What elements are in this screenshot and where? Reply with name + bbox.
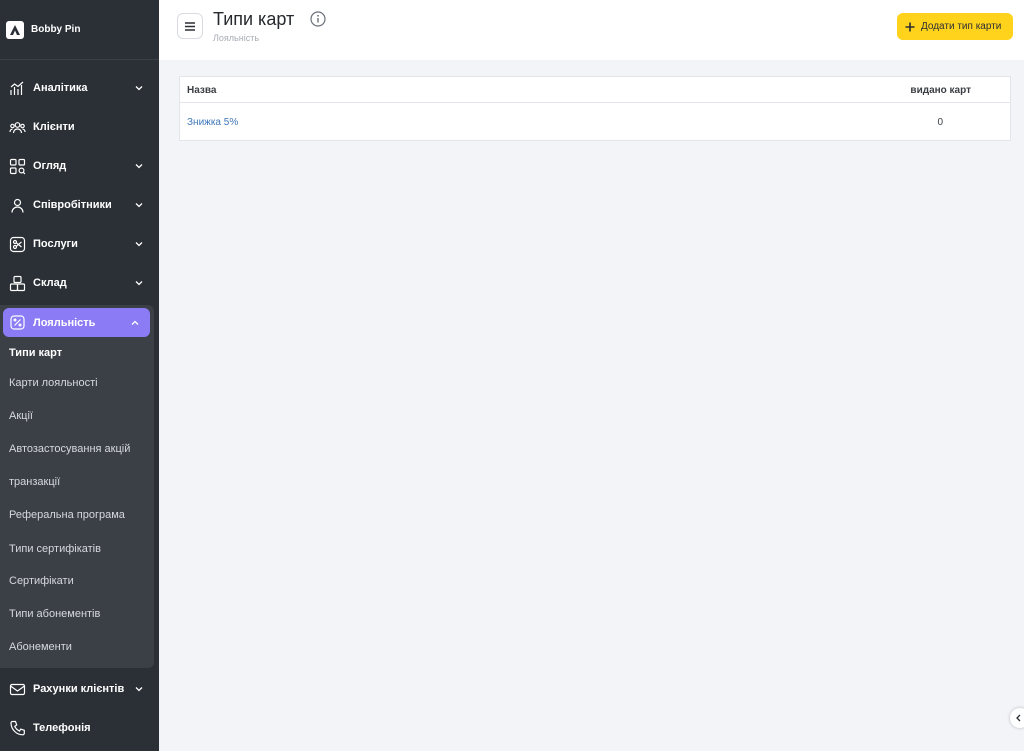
sidebar-item-analytics[interactable]: Аналітика — [0, 70, 159, 106]
phone-icon — [9, 720, 26, 737]
chevron-down-icon — [135, 281, 143, 286]
sidebar-item-services[interactable]: Послуги — [0, 226, 159, 262]
issued-count: 0 — [937, 117, 943, 128]
chevron-down-icon — [135, 687, 143, 692]
breadcrumb[interactable]: Лояльність — [213, 33, 259, 43]
subitem-card-types[interactable]: Типи карт — [9, 347, 62, 359]
subitem-referral-program[interactable]: Реферальна програма — [9, 509, 125, 521]
hamburger-icon — [185, 21, 195, 31]
scissors-icon — [9, 236, 26, 253]
collapse-panel-button[interactable] — [1010, 708, 1024, 728]
subitem-promotions[interactable]: Акції — [9, 410, 33, 422]
sidebar-item-label: Лояльність — [33, 316, 96, 329]
sidebar-item-label: Аналітика — [33, 82, 88, 94]
envelope-icon — [9, 681, 26, 698]
sidebar-item-warehouse[interactable]: Склад — [0, 265, 159, 301]
page-header: Типи карт Лояльність Додати тип карти — [159, 0, 1024, 60]
sidebar-item-label: Послуги — [33, 238, 78, 250]
brand-name: Bobby Pin — [31, 24, 81, 35]
subitem-subscription-types[interactable]: Типи абонементів — [9, 608, 100, 620]
chevron-down-icon — [135, 203, 143, 208]
plus-icon — [905, 22, 915, 31]
menu-toggle-button[interactable] — [177, 13, 203, 39]
add-card-type-button[interactable]: Додати тип карти — [897, 13, 1013, 40]
chevron-left-icon — [1016, 714, 1021, 722]
column-header-name[interactable]: Назва — [187, 85, 216, 96]
overview-icon — [9, 158, 26, 175]
table-row: Знижка 5% 0 — [180, 103, 1010, 140]
page-title: Типи карт — [213, 9, 295, 29]
analytics-icon — [9, 80, 26, 97]
brand[interactable]: Bobby Pin — [0, 0, 159, 60]
add-button-label: Додати тип карти — [921, 21, 1002, 32]
subitem-transactions[interactable]: транзакції — [9, 476, 60, 488]
boxes-icon — [9, 275, 26, 292]
subitem-loyalty-cards[interactable]: Карти лояльності — [9, 377, 98, 389]
subitem-auto-apply-promotions[interactable]: Автозастосування акцій — [9, 443, 130, 455]
table-header-row: Назва видано карт — [180, 77, 1010, 103]
sidebar-item-client-accounts[interactable]: Рахунки клієнтів — [0, 671, 159, 707]
info-icon[interactable] — [310, 11, 326, 27]
sidebar-item-label: Клієнти — [33, 121, 75, 133]
sidebar: Bobby Pin Аналітика Клієнти Огляд Співро… — [0, 0, 159, 751]
sidebar-item-label: Склад — [33, 277, 67, 289]
card-type-link[interactable]: Знижка 5% — [187, 117, 238, 128]
sidebar-item-employees[interactable]: Співробітники — [0, 187, 159, 223]
sidebar-item-telephony[interactable]: Телефонія — [0, 710, 159, 746]
chevron-down-icon — [135, 86, 143, 91]
sidebar-item-clients[interactable]: Клієнти — [0, 109, 159, 145]
column-header-issued[interactable]: видано карт — [910, 85, 971, 96]
card-types-table: Назва видано карт Знижка 5% 0 — [179, 76, 1011, 141]
chevron-up-icon — [131, 320, 139, 325]
sidebar-item-loyalty[interactable]: Лояльність — [3, 308, 150, 337]
sidebar-item-label: Співробітники — [33, 199, 112, 211]
subitem-certificates[interactable]: Сертифікати — [9, 575, 74, 587]
employee-icon — [9, 197, 26, 214]
subitem-subscriptions[interactable]: Абонементи — [9, 641, 72, 653]
sidebar-item-label: Огляд — [33, 160, 67, 172]
chevron-down-icon — [135, 164, 143, 169]
clients-icon — [9, 119, 26, 136]
sidebar-item-label: Рахунки клієнтів — [33, 683, 125, 695]
sidebar-item-label: Телефонія — [33, 722, 91, 734]
percent-icon — [9, 314, 26, 331]
chevron-down-icon — [135, 242, 143, 247]
loyalty-group: Лояльність Типи карт Карти лояльності Ак… — [0, 305, 154, 668]
logo-icon — [6, 20, 24, 39]
subitem-certificate-types[interactable]: Типи сертифікатів — [9, 543, 101, 555]
sidebar-item-overview[interactable]: Огляд — [0, 148, 159, 184]
